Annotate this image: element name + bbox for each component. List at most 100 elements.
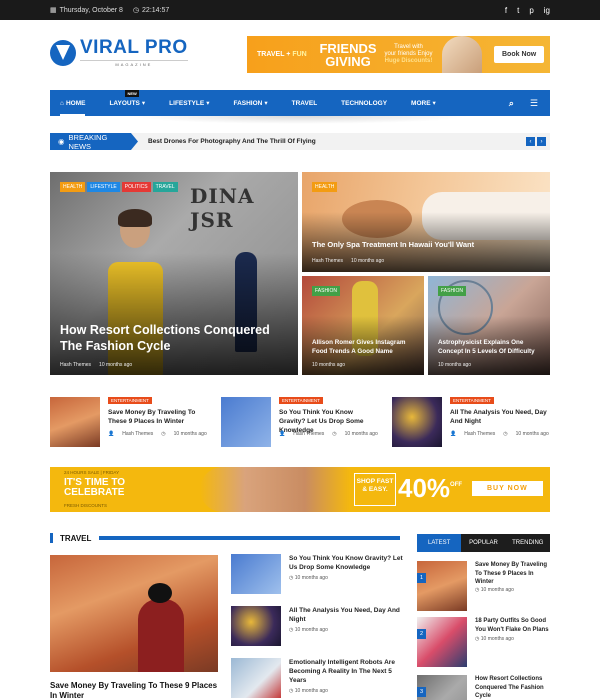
- post-thumbnail[interactable]: [231, 606, 281, 646]
- list-item[interactable]: ENTERTAINMENT Save Money By Traveling To…: [50, 397, 210, 447]
- backdrop-sign: DINA JSR: [190, 184, 255, 232]
- hamburger-icon[interactable]: ☰: [530, 98, 538, 109]
- tag-fashion[interactable]: FASHION: [438, 286, 466, 296]
- post-title[interactable]: Save Money By Traveling To These 9 Place…: [108, 408, 210, 426]
- calendar-icon: ▦: [50, 7, 57, 14]
- post-title[interactable]: All The Analysis You Need, Day And Night: [450, 408, 552, 426]
- hero-post-allison[interactable]: FASHION Allison Romer Gives Instagram Fo…: [302, 276, 424, 375]
- nav-shadow: [130, 116, 470, 124]
- list-item[interactable]: 3 How Resort Collections Conquered The F…: [417, 675, 550, 700]
- nav-item-technology[interactable]: TECHNOLOGY: [341, 100, 387, 107]
- book-now-button[interactable]: Book Now: [494, 46, 545, 63]
- breaking-news-label: ◉ BREAKING NEWS: [50, 133, 138, 150]
- broadcast-icon: ◉: [58, 137, 65, 146]
- home-icon: ⌂: [60, 99, 64, 107]
- tab-latest[interactable]: LATEST: [417, 534, 462, 552]
- post-title[interactable]: The Only Spa Treatment In Hawaii You'll …: [312, 240, 540, 250]
- rank-badge: 2: [417, 629, 426, 639]
- logo-title: VIRAL PRO: [80, 37, 188, 58]
- hero-post-astrophysicist[interactable]: FASHION Astrophysicist Explains One Conc…: [428, 276, 550, 375]
- facebook-icon[interactable]: f: [505, 6, 507, 15]
- timestamp: 10 months ago: [99, 362, 133, 368]
- logo-subtitle: MAGAZINE: [80, 60, 188, 67]
- nav-item-fashion[interactable]: FASHION ▾: [233, 99, 267, 108]
- tag-health[interactable]: HEALTH: [312, 182, 338, 192]
- post-title[interactable]: Save Money By Traveling To These 9 Place…: [475, 561, 551, 587]
- tag-fashion[interactable]: FASHION: [312, 286, 340, 296]
- post-title[interactable]: Astrophysicist Explains One Concept In 5…: [438, 338, 540, 356]
- post-meta: 10 months ago: [312, 362, 346, 368]
- nav-item-travel[interactable]: TRAVEL: [292, 100, 318, 107]
- post-title[interactable]: All The Analysis You Need, Day And Night: [289, 606, 404, 624]
- post-thumbnail[interactable]: [392, 397, 442, 447]
- tab-popular[interactable]: POPULAR: [461, 534, 506, 552]
- author[interactable]: Hash Themes: [60, 362, 91, 368]
- post-thumbnail[interactable]: [50, 397, 100, 447]
- post-meta: Hash Themes 10 months ago: [312, 258, 385, 264]
- nav-item-lifestyle[interactable]: LIFESTYLE ▾: [169, 99, 210, 108]
- list-item[interactable]: So You Think You Know Gravity? Let Us Dr…: [231, 554, 406, 594]
- post-title[interactable]: How Resort Collections Conquered The Fas…: [60, 322, 288, 354]
- post-thumbnail[interactable]: [231, 658, 281, 698]
- date-display: ▦ Thursday, October 8: [50, 6, 123, 15]
- post-title[interactable]: Allison Romer Gives Instagram Food Trend…: [312, 338, 414, 356]
- list-item[interactable]: Emotionally Intelligent Robots Are Becom…: [231, 658, 406, 698]
- tag-health[interactable]: HEALTH: [60, 182, 86, 192]
- post-thumbnail[interactable]: [231, 554, 281, 594]
- time-display: ◷ 22:14:57: [132, 6, 170, 15]
- tag-politics[interactable]: POLITICS: [121, 182, 151, 192]
- shop-badge: SHOP FAST & EASY.: [354, 473, 396, 506]
- list-item[interactable]: 1 Save Money By Traveling To These 9 Pla…: [417, 561, 550, 611]
- section-title-travel: TRAVEL: [50, 532, 400, 544]
- chevron-down-icon: ▾: [206, 100, 210, 107]
- category-badge[interactable]: ENTERTAINMENT: [279, 397, 323, 404]
- nav-item-more[interactable]: MORE ▾: [411, 99, 436, 108]
- chevron-down-icon: ▾: [141, 100, 146, 107]
- tab-trending[interactable]: TRENDING: [505, 534, 550, 552]
- new-badge: NEW: [125, 90, 139, 97]
- post-title[interactable]: How Resort Collections Conquered The Fas…: [475, 675, 551, 700]
- twitter-icon[interactable]: t: [517, 6, 519, 15]
- hero-post-spa[interactable]: HEALTH The Only Spa Treatment In Hawaii …: [302, 172, 550, 272]
- sidebar-tabs: LATEST POPULAR TRENDING: [417, 534, 550, 552]
- social-links: f t p ig: [505, 6, 550, 15]
- buy-now-button[interactable]: BUY NOW: [472, 481, 543, 496]
- category-badge[interactable]: ENTERTAINMENT: [108, 397, 152, 404]
- tag-travel[interactable]: TRAVEL: [152, 182, 178, 192]
- post-meta: 10 months ago: [438, 362, 472, 368]
- featured-travel-title[interactable]: Save Money By Traveling To These 9 Place…: [50, 681, 225, 700]
- site-logo[interactable]: VIRAL PRO MAGAZINE: [50, 38, 188, 67]
- post-title[interactable]: 18 Party Outfits So Good You Won't Flake…: [475, 617, 551, 634]
- tag-lifestyle[interactable]: LIFESTYLE: [87, 182, 120, 192]
- pinterest-icon[interactable]: p: [529, 6, 533, 15]
- post-thumbnail[interactable]: [417, 617, 467, 667]
- logo-v-icon: [50, 39, 76, 66]
- post-meta: Hash Themes 10 months ago: [60, 362, 132, 368]
- list-item[interactable]: ENTERTAINMENT So You Think You Know Grav…: [221, 397, 381, 447]
- post-title[interactable]: So You Think You Know Gravity? Let Us Dr…: [289, 554, 404, 572]
- header-ad-banner[interactable]: TRAVEL + FUN FRIENDS GIVING Travel with yo…: [247, 36, 550, 73]
- hero-main-post[interactable]: DINA JSR HEALTH LIFESTYLE POLITICS TRAVE…: [50, 172, 298, 375]
- search-icon[interactable]: ⌕: [509, 98, 514, 109]
- nav-item-layouts[interactable]: LAYOUTS ▾ NEW: [109, 90, 146, 107]
- featured-travel-image[interactable]: [50, 555, 218, 672]
- main-navigation: ⌂ HOME LAYOUTS ▾ NEW LIFESTYLE ▾ FASHION ▾ TR…: [50, 90, 550, 116]
- category-badge[interactable]: ENTERTAINMENT: [450, 397, 494, 404]
- clock-icon: ◷: [132, 7, 140, 14]
- ad-photo: [200, 467, 350, 512]
- sale-ad-banner[interactable]: 24 HOURS SALE | FRIDAY IT'S TIME TO CELEB…: [50, 467, 550, 512]
- instagram-icon[interactable]: ig: [544, 6, 550, 15]
- list-item[interactable]: 2 18 Party Outfits So Good You Won't Fla…: [417, 617, 550, 667]
- ticker-next-icon[interactable]: ›: [537, 137, 546, 146]
- post-thumbnail[interactable]: [417, 561, 467, 611]
- breaking-news-ticker: ◉ BREAKING NEWS Best Drones For Photograp…: [50, 133, 550, 150]
- clock-icon: ◷: [161, 431, 166, 437]
- ticker-prev-icon[interactable]: ‹: [526, 137, 535, 146]
- list-item[interactable]: All The Analysis You Need, Day And Night…: [231, 606, 406, 646]
- post-title[interactable]: Emotionally Intelligent Robots Are Becom…: [289, 658, 404, 685]
- post-thumbnail[interactable]: [221, 397, 271, 447]
- list-item[interactable]: ENTERTAINMENT All The Analysis You Need,…: [392, 397, 552, 447]
- breaking-headline[interactable]: Best Drones For Photography And The Thri…: [148, 138, 316, 145]
- user-icon: 👤: [279, 431, 286, 437]
- nav-item-home[interactable]: ⌂ HOME: [60, 99, 86, 116]
